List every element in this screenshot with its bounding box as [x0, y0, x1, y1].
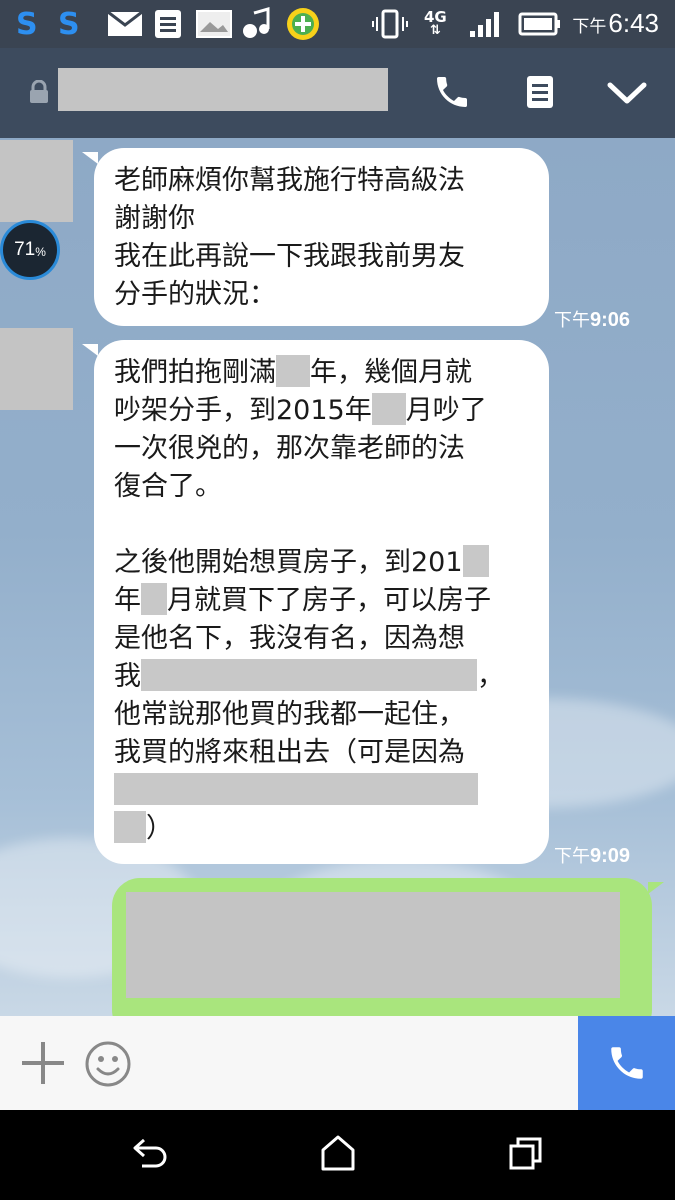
text-segment: 我	[114, 661, 141, 692]
notes-button[interactable]	[524, 74, 556, 114]
recent-apps-icon	[509, 1137, 542, 1170]
home-button[interactable]	[320, 1134, 356, 1176]
text-segment: 我們拍拖剛滿	[114, 357, 276, 388]
timestamp-time: 9:09	[590, 845, 631, 867]
message-line: ）	[114, 810, 529, 848]
text-segment: 年，幾個月就	[310, 357, 472, 388]
notes-icon	[527, 76, 553, 108]
call-button[interactable]	[432, 72, 472, 116]
phone-icon	[610, 1047, 643, 1079]
sender-avatar-redacted[interactable]	[0, 140, 73, 222]
lock-icon	[28, 79, 50, 108]
network-type: 4G	[424, 8, 447, 26]
message-timestamp: 下午9:06	[554, 306, 630, 332]
redacted-block	[276, 355, 310, 387]
music-icon	[240, 7, 274, 40]
clock-prefix: 下午	[572, 17, 607, 36]
message-line: 之後他開始想買房子，到201	[114, 544, 529, 582]
recent-apps-button[interactable]	[508, 1136, 544, 1176]
status-bar: S S 4G ⇅ 下午6:43	[0, 0, 675, 48]
incoming-message[interactable]: 我們拍拖剛滿 年，幾個月就 吵架分手，到2015年 月吵了 一次很兇的，那次靠老師的…	[82, 340, 549, 864]
message-line: 是他名下，我沒有名，因為想	[114, 623, 465, 654]
text-segment: ，	[477, 661, 504, 692]
home-icon	[321, 1135, 355, 1171]
message-line: 我們拍拖剛滿 年，幾個月就	[114, 354, 529, 392]
message-line: 一次很兇的，那次靠老師的法	[114, 433, 465, 464]
timestamp-prefix: 下午	[554, 846, 590, 866]
message-input-bar	[0, 1016, 675, 1110]
call-button[interactable]	[578, 1016, 675, 1110]
message-input[interactable]	[150, 1024, 570, 1102]
chevron-down-icon	[607, 82, 647, 104]
sender-avatar-redacted[interactable]	[0, 328, 73, 410]
image-icon	[196, 8, 232, 40]
smiley-icon	[85, 1041, 131, 1087]
outgoing-message-redacted	[126, 892, 620, 998]
incoming-message[interactable]: 老師麻煩你幫我施行特高級法 謝謝你 我在此再說一下我跟我前男友 分手的狀況：	[82, 148, 549, 326]
widget-percent: 71	[14, 239, 36, 260]
text-segment: ）	[146, 813, 173, 844]
document-icon	[154, 8, 182, 40]
navigation-bar	[0, 1110, 675, 1200]
vibrate-icon	[372, 8, 408, 40]
message-line: 吵架分手，到2015年 月吵了	[114, 392, 529, 430]
outgoing-message[interactable]	[112, 878, 664, 1016]
back-button[interactable]	[130, 1136, 170, 1176]
signal-icon	[468, 8, 504, 40]
memory-boost-widget[interactable]: 71%	[0, 220, 60, 280]
message-line: 我，	[114, 658, 529, 696]
battery-icon	[518, 8, 562, 40]
message-line: 他常說那他買的我都一起住，	[114, 699, 465, 730]
contact-name-redacted	[58, 68, 388, 111]
text-segment: 吵架分手，到2015年	[114, 395, 372, 426]
message-line: 我在此再說一下我跟我前男友	[114, 241, 465, 272]
chat-area[interactable]: 71% 老師麻煩你幫我施行特高級法 謝謝你 我在此再說一下我跟我前男友 分手的狀…	[0, 138, 675, 1016]
redacted-block	[141, 583, 167, 615]
text-segment: 之後他開始想買房子，到201	[114, 547, 463, 578]
add-attachment-button[interactable]	[20, 1040, 66, 1090]
message-line: 復合了。	[114, 471, 222, 502]
s-app-icon: S	[16, 6, 38, 42]
timestamp-prefix: 下午	[554, 310, 590, 330]
message-line: 謝謝你	[114, 203, 195, 234]
redacted-block	[141, 659, 477, 691]
message-line: 年月就買下了房子，可以房子	[114, 582, 529, 620]
chat-header	[0, 48, 675, 138]
text-segment: 月吵了	[405, 395, 487, 426]
plus-icon	[22, 1042, 64, 1084]
message-line: 老師麻煩你幫我施行特高級法	[114, 165, 465, 196]
message-line	[114, 772, 529, 810]
collapse-button[interactable]	[606, 80, 648, 110]
timestamp-time: 9:06	[590, 309, 631, 331]
clock: 下午6:43	[572, 8, 659, 39]
text-segment: 月就買下了房子，可以房子	[167, 585, 491, 616]
redacted-block	[371, 393, 406, 425]
plus-app-icon	[286, 8, 320, 40]
s-app-icon-2: S	[58, 6, 80, 42]
message-line: 分手的狀況：	[114, 279, 276, 310]
redacted-block	[462, 545, 489, 577]
mail-icon	[107, 8, 143, 40]
redacted-block	[114, 811, 146, 843]
message-line: 我買的將來租出去（可是因為	[114, 737, 465, 768]
redacted-block	[114, 773, 478, 805]
emoji-button[interactable]	[84, 1040, 132, 1092]
phone-icon	[437, 77, 467, 107]
network-indicator: 4G ⇅	[424, 8, 447, 38]
back-icon	[133, 1138, 167, 1168]
message-timestamp: 下午9:09	[554, 842, 630, 868]
text-segment: 年	[114, 585, 141, 616]
widget-percent-sign: %	[35, 245, 46, 259]
clock-time: 6:43	[608, 8, 659, 38]
